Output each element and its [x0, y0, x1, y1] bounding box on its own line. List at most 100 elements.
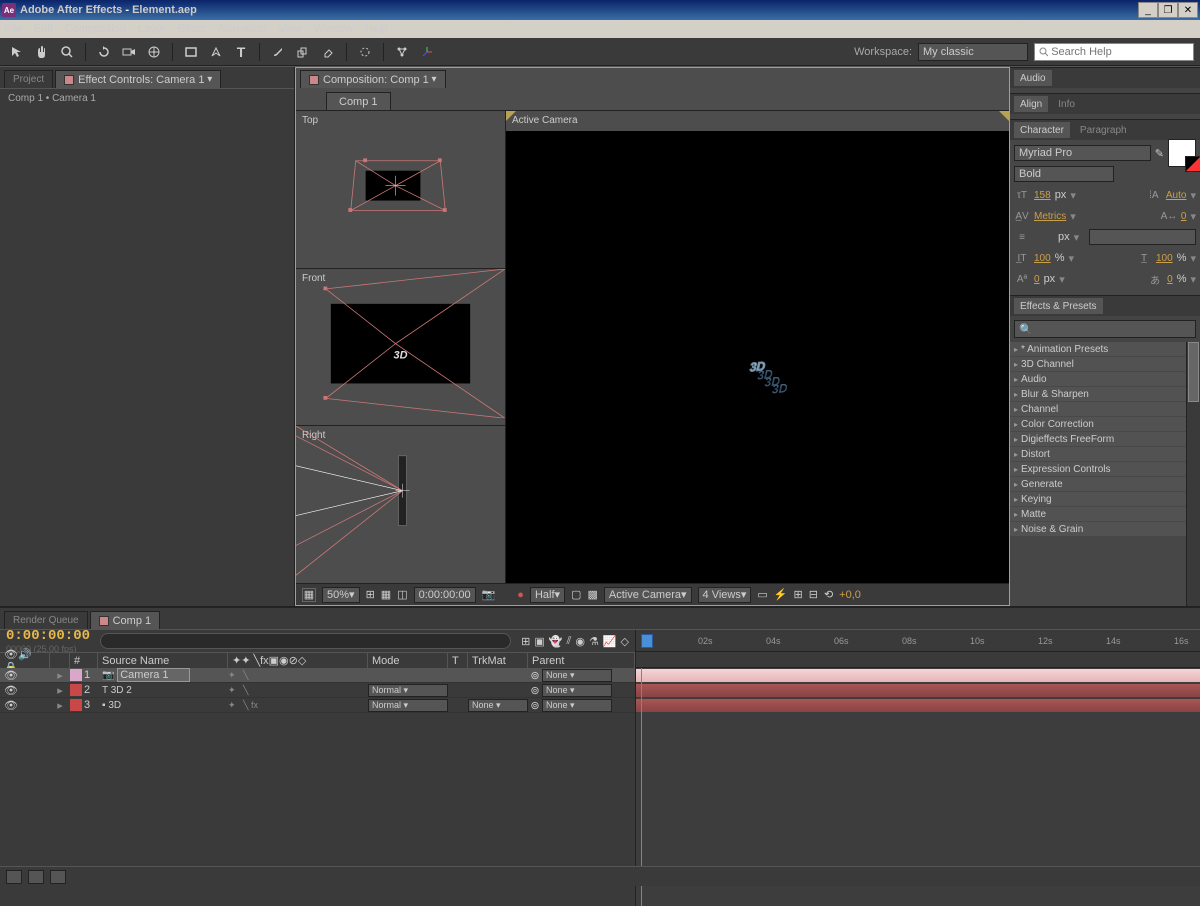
effects-category[interactable]: Matte [1010, 507, 1200, 522]
camera-tool-icon[interactable] [118, 41, 140, 63]
pickwhip-icon[interactable]: ⊚ [528, 684, 542, 697]
tab-effects-presets[interactable]: Effects & Presets [1014, 298, 1103, 314]
toggle-modes-icon[interactable] [50, 870, 66, 884]
always-preview-icon[interactable]: ▦ [302, 588, 316, 602]
maximize-button[interactable]: ❐ [1158, 2, 1178, 18]
effects-category[interactable]: Noise & Grain [1010, 522, 1200, 537]
baseline-value[interactable]: 0 [1034, 274, 1040, 285]
effects-category[interactable]: Channel [1010, 402, 1200, 417]
expand-icon[interactable]: ▸ [50, 669, 70, 682]
clone-tool-icon[interactable] [292, 41, 314, 63]
tab-timeline-comp[interactable]: Comp 1 [90, 611, 161, 629]
exposure-value[interactable]: +0,0 [839, 589, 861, 601]
tab-paragraph[interactable]: Paragraph [1074, 122, 1133, 138]
tsume-value[interactable]: 0 [1167, 274, 1173, 285]
layer-switches[interactable]: ✦ ╲ [228, 670, 368, 681]
col-source[interactable]: Source Name [98, 653, 228, 668]
layout-select[interactable]: 4 Views ▾ [698, 587, 752, 603]
expand-panes-icon[interactable] [6, 870, 22, 884]
view-front[interactable]: Front 3D [296, 269, 505, 427]
expand-icon[interactable]: ▸ [50, 699, 70, 712]
auto-keyframe-icon[interactable]: ◇ [621, 635, 629, 648]
layer-name[interactable]: 📷 Camera 1 [98, 669, 228, 681]
effects-category[interactable]: Color Correction [1010, 417, 1200, 432]
view-right[interactable]: Right [296, 426, 505, 583]
effects-category[interactable]: Audio [1010, 372, 1200, 387]
roto-brush-tool-icon[interactable] [354, 41, 376, 63]
view-top[interactable]: Top [296, 111, 505, 269]
leading-value[interactable]: Auto [1166, 190, 1187, 201]
close-button[interactable]: ✕ [1178, 2, 1198, 18]
view-active-camera[interactable]: Active Camera 3D 3D 3D 3D [506, 111, 1009, 583]
hscale-value[interactable]: 100 [1156, 253, 1173, 264]
menu-animation[interactable]: Animation [217, 23, 266, 35]
expand-icon[interactable]: ▸ [50, 684, 70, 697]
pen-tool-icon[interactable] [205, 41, 227, 63]
layer-switches[interactable]: ✦ ╲ [228, 685, 368, 696]
blend-mode-select[interactable]: Normal ▾ [368, 684, 448, 697]
menu-view[interactable]: View [278, 23, 302, 35]
text-tool-icon[interactable]: T [230, 41, 252, 63]
eye-icon[interactable]: 👁 [4, 699, 16, 711]
pixel-aspect-icon[interactable]: ▭ [757, 588, 767, 601]
layer-name[interactable]: ▪ 3D [98, 700, 228, 711]
effects-category[interactable]: Expression Controls [1010, 462, 1200, 477]
col-index[interactable]: # [70, 653, 98, 668]
tracking-value[interactable]: 0 [1181, 211, 1187, 222]
brush-tool-icon[interactable] [267, 41, 289, 63]
timeline-layer-row[interactable]: 👁▸3▪ 3D✦ ╲ fxNormal ▾None ▾⊚None ▾ [0, 698, 635, 713]
puppet-tool-icon[interactable] [391, 41, 413, 63]
layer-name[interactable]: T 3D 2 [98, 685, 228, 696]
effects-search[interactable]: 🔍 [1014, 320, 1196, 338]
menu-composition[interactable]: Composition [65, 23, 126, 35]
effects-category[interactable]: Distort [1010, 447, 1200, 462]
zoom-tool-icon[interactable] [56, 41, 78, 63]
pickwhip-icon[interactable]: ⊚ [528, 699, 542, 712]
pan-behind-tool-icon[interactable] [143, 41, 165, 63]
flowchart-icon[interactable]: ⊟ [809, 588, 818, 601]
tab-character[interactable]: Character [1014, 122, 1070, 138]
timeline-layer-row[interactable]: 👁▸1📷 Camera 1✦ ╲ ⊚None ▾ [0, 668, 635, 683]
brainstorm-icon[interactable]: ⚗ [589, 635, 599, 648]
eye-icon[interactable]: 👁 [4, 684, 16, 696]
parent-select[interactable]: None ▾ [542, 699, 612, 712]
workspace-select[interactable]: My classic [918, 43, 1028, 61]
res-full-icon[interactable]: ⊞ [366, 588, 375, 601]
zoom-select[interactable]: 50% ▾ [322, 587, 360, 603]
tab-audio[interactable]: Audio [1014, 70, 1052, 86]
font-style-select[interactable]: Bold [1014, 166, 1114, 182]
help-search-input[interactable] [1051, 46, 1189, 58]
font-size-value[interactable]: 158 [1034, 190, 1051, 201]
frame-blend-icon[interactable]: ⫽ [566, 635, 571, 648]
layer-switches[interactable]: ✦ ╲ fx [228, 700, 368, 711]
color-swatch[interactable] [1168, 139, 1196, 167]
timeline-icon[interactable]: ⊞ [794, 588, 803, 601]
roi-icon[interactable]: ▢ [571, 588, 581, 601]
snapshot-icon[interactable]: 📷 [482, 588, 496, 601]
kerning-value[interactable]: Metrics [1034, 211, 1066, 222]
selection-tool-icon[interactable] [6, 41, 28, 63]
resolution-select[interactable]: Half ▾ [530, 587, 565, 603]
menu-layer[interactable]: Layer [138, 23, 166, 35]
local-axis-icon[interactable] [416, 41, 438, 63]
layer-color-swatch[interactable] [70, 669, 82, 681]
eye-icon[interactable]: 👁 [4, 669, 16, 681]
layer-bar-camera[interactable] [636, 669, 1200, 682]
effects-scrollbar[interactable] [1186, 342, 1200, 606]
toggle-switches-icon[interactable] [28, 870, 44, 884]
vscale-value[interactable]: 100 [1034, 253, 1051, 264]
fast-preview-icon[interactable]: ⚡ [774, 588, 788, 601]
graph-editor-icon[interactable]: 📈 [603, 635, 617, 648]
font-family-select[interactable]: Myriad Pro [1014, 145, 1151, 161]
effects-category[interactable]: Digieffects FreeForm [1010, 432, 1200, 447]
current-time[interactable]: 0:00:00:00 [6, 628, 90, 644]
menu-effect[interactable]: Effect [177, 23, 205, 35]
menu-window[interactable]: Window [314, 23, 353, 35]
parent-select[interactable]: None ▾ [542, 669, 612, 682]
effects-category[interactable]: * Animation Presets [1010, 342, 1200, 357]
view-select[interactable]: Active Camera ▾ [604, 587, 692, 603]
tab-composition[interactable]: Composition: Comp 1 ▾ [300, 70, 446, 88]
layer-color-swatch[interactable] [70, 684, 82, 696]
menu-help[interactable]: Help [365, 23, 388, 35]
hand-tool-icon[interactable] [31, 41, 53, 63]
